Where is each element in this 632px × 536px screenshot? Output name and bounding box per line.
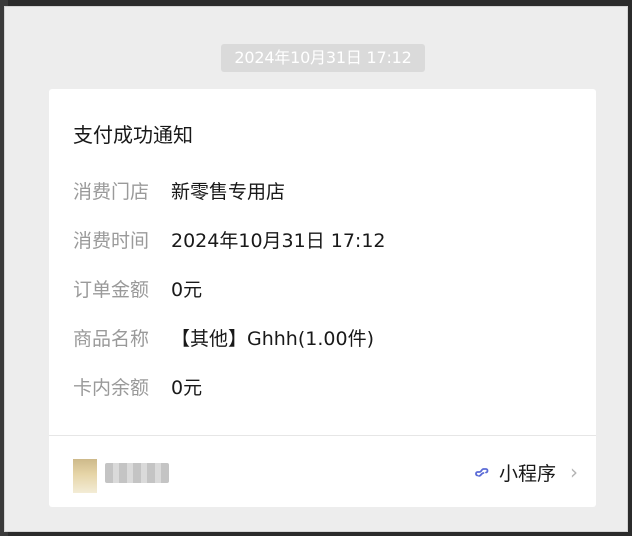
message-window: 2024年10月31日 17:12 支付成功通知 消费门店 新零售专用店 消费时… <box>4 6 628 532</box>
mini-program-link-icon <box>473 463 491 481</box>
row-amount: 订单金额 0元 <box>73 275 202 301</box>
row-value: 【其他】Ghhh(1.00件) <box>171 327 374 350</box>
row-value: 0元 <box>171 376 203 399</box>
message-timestamp: 2024年10月31日 17:12 <box>221 44 425 72</box>
card-footer[interactable]: 小程序 › <box>49 436 596 507</box>
payment-notification-card[interactable]: 支付成功通知 消费门店 新零售专用店 消费时间 2024年10月31日 17:1… <box>49 89 596 507</box>
mini-program-label: 小程序 <box>498 462 556 485</box>
row-value: 0元 <box>171 278 203 301</box>
row-label: 卡内余额 <box>73 376 150 399</box>
card-title: 支付成功通知 <box>73 123 193 147</box>
chevron-right-icon: › <box>570 460 578 484</box>
row-label: 订单金额 <box>73 278 150 301</box>
row-balance: 卡内余额 0元 <box>73 373 202 399</box>
account-avatar <box>73 459 97 493</box>
row-value: 2024年10月31日 17:12 <box>171 229 386 252</box>
row-product: 商品名称 【其他】Ghhh(1.00件) <box>73 324 374 350</box>
account-name-blurred <box>105 463 169 483</box>
row-time: 消费时间 2024年10月31日 17:12 <box>73 226 386 252</box>
row-value: 新零售专用店 <box>171 180 286 203</box>
row-store: 消费门店 新零售专用店 <box>73 177 285 203</box>
mini-program-link[interactable]: 小程序 › <box>473 459 578 485</box>
row-label: 消费门店 <box>73 180 150 203</box>
row-label: 商品名称 <box>73 327 150 350</box>
row-label: 消费时间 <box>73 229 150 252</box>
